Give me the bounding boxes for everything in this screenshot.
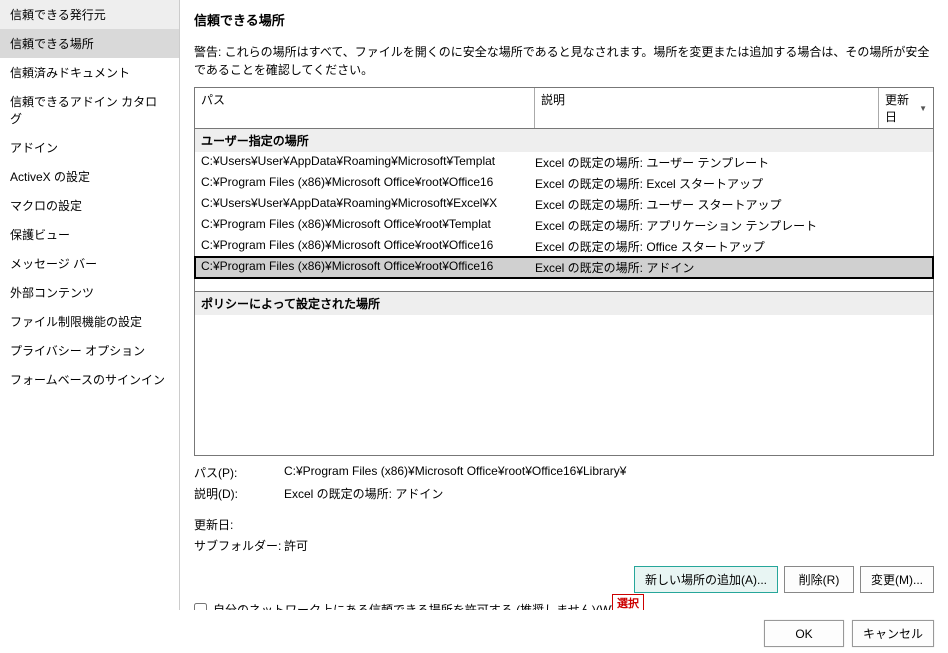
sort-arrow-icon: ▼ xyxy=(919,104,927,113)
detail-description-value: Excel の既定の場所: アドイン xyxy=(284,485,934,502)
column-header-path[interactable]: パス xyxy=(195,88,535,128)
location-details: パス(P): C:¥Program Files (x86)¥Microsoft … xyxy=(194,462,934,556)
detail-subfolder-value: 許可 xyxy=(284,537,934,554)
user-locations-section-header: ユーザー指定の場所 xyxy=(195,129,933,152)
allow-network-label: 自分のネットワーク上にある信頼できる場所を許可する (推奨しません)(W) xyxy=(213,601,615,610)
cancel-button[interactable]: キャンセル xyxy=(852,620,934,647)
sidebar-item-external-content[interactable]: 外部コンテンツ xyxy=(0,278,179,307)
table-row[interactable]: C:¥Program Files (x86)¥Microsoft Office¥… xyxy=(195,215,933,236)
allow-network-checkbox-row[interactable]: 自分のネットワーク上にある信頼できる場所を許可する (推奨しません)(W) xyxy=(194,599,934,610)
column-header-date-label: 更新日 xyxy=(885,91,919,125)
ok-button[interactable]: OK xyxy=(764,620,844,647)
detail-subfolder-label: サブフォルダー: xyxy=(194,537,284,554)
dialog-footer: OK キャンセル xyxy=(764,620,934,647)
table-row[interactable]: C:¥Users¥User¥AppData¥Roaming¥Microsoft¥… xyxy=(195,194,933,215)
detail-description-label: 説明(D): xyxy=(194,485,284,502)
policy-locations-body xyxy=(195,315,933,455)
action-button-row: 新しい場所の追加(A)... 削除(R) 変更(M)... 選択 xyxy=(194,566,934,593)
sidebar-item-trusted-documents[interactable]: 信頼済みドキュメント xyxy=(0,58,179,87)
table-row[interactable]: C:¥Users¥User¥AppData¥Roaming¥Microsoft¥… xyxy=(195,152,933,173)
sidebar: 信頼できる発行元 信頼できる場所 信頼済みドキュメント 信頼できるアドイン カタ… xyxy=(0,0,180,610)
column-header-description[interactable]: 説明 xyxy=(535,88,879,128)
detail-path-value: C:¥Program Files (x86)¥Microsoft Office¥… xyxy=(284,464,934,481)
warning-text: 警告: これらの場所はすべて、ファイルを開くのに安全な場所であると見なされます。… xyxy=(194,43,934,79)
page-title: 信頼できる場所 xyxy=(194,10,934,29)
sidebar-item-file-block-settings[interactable]: ファイル制限機能の設定 xyxy=(0,307,179,336)
table-body: C:¥Users¥User¥AppData¥Roaming¥Microsoft¥… xyxy=(195,152,933,292)
sidebar-item-addins[interactable]: アドイン xyxy=(0,133,179,162)
remove-button[interactable]: 削除(R) xyxy=(784,566,854,593)
sidebar-item-macro-settings[interactable]: マクロの設定 xyxy=(0,191,179,220)
detail-date-label: 更新日: xyxy=(194,516,284,533)
table-row[interactable]: C:¥Program Files (x86)¥Microsoft Office¥… xyxy=(195,173,933,194)
policy-locations-section-header: ポリシーによって設定された場所 xyxy=(195,292,933,315)
sidebar-item-message-bar[interactable]: メッセージ バー xyxy=(0,249,179,278)
modify-button[interactable]: 変更(M)... xyxy=(860,566,934,593)
column-header-date[interactable]: 更新日 ▼ xyxy=(879,88,933,128)
allow-network-checkbox[interactable] xyxy=(194,603,207,610)
table-row[interactable]: C:¥Program Files (x86)¥Microsoft Office¥… xyxy=(195,236,933,257)
sidebar-item-privacy-options[interactable]: プライバシー オプション xyxy=(0,336,179,365)
table-header: パス 説明 更新日 ▼ xyxy=(195,88,933,129)
sidebar-item-trusted-locations[interactable]: 信頼できる場所 xyxy=(0,29,179,58)
selection-tooltip: 選択 xyxy=(612,594,644,610)
sidebar-item-trusted-addin-catalogs[interactable]: 信頼できるアドイン カタログ xyxy=(0,87,179,133)
add-new-location-button[interactable]: 新しい場所の追加(A)... xyxy=(634,566,778,593)
detail-path-label: パス(P): xyxy=(194,464,284,481)
locations-table: パス 説明 更新日 ▼ ユーザー指定の場所 C:¥Users¥User¥AppD… xyxy=(194,87,934,456)
table-row-selected[interactable]: C:¥Program Files (x86)¥Microsoft Office¥… xyxy=(194,256,934,279)
sidebar-item-activex-settings[interactable]: ActiveX の設定 xyxy=(0,162,179,191)
sidebar-item-form-based-signin[interactable]: フォームベースのサインイン xyxy=(0,365,179,394)
main-content: 信頼できる場所 警告: これらの場所はすべて、ファイルを開くのに安全な場所である… xyxy=(180,0,948,610)
sidebar-item-trusted-publishers[interactable]: 信頼できる発行元 xyxy=(0,0,179,29)
detail-date-value xyxy=(284,516,934,533)
sidebar-item-protected-view[interactable]: 保護ビュー xyxy=(0,220,179,249)
